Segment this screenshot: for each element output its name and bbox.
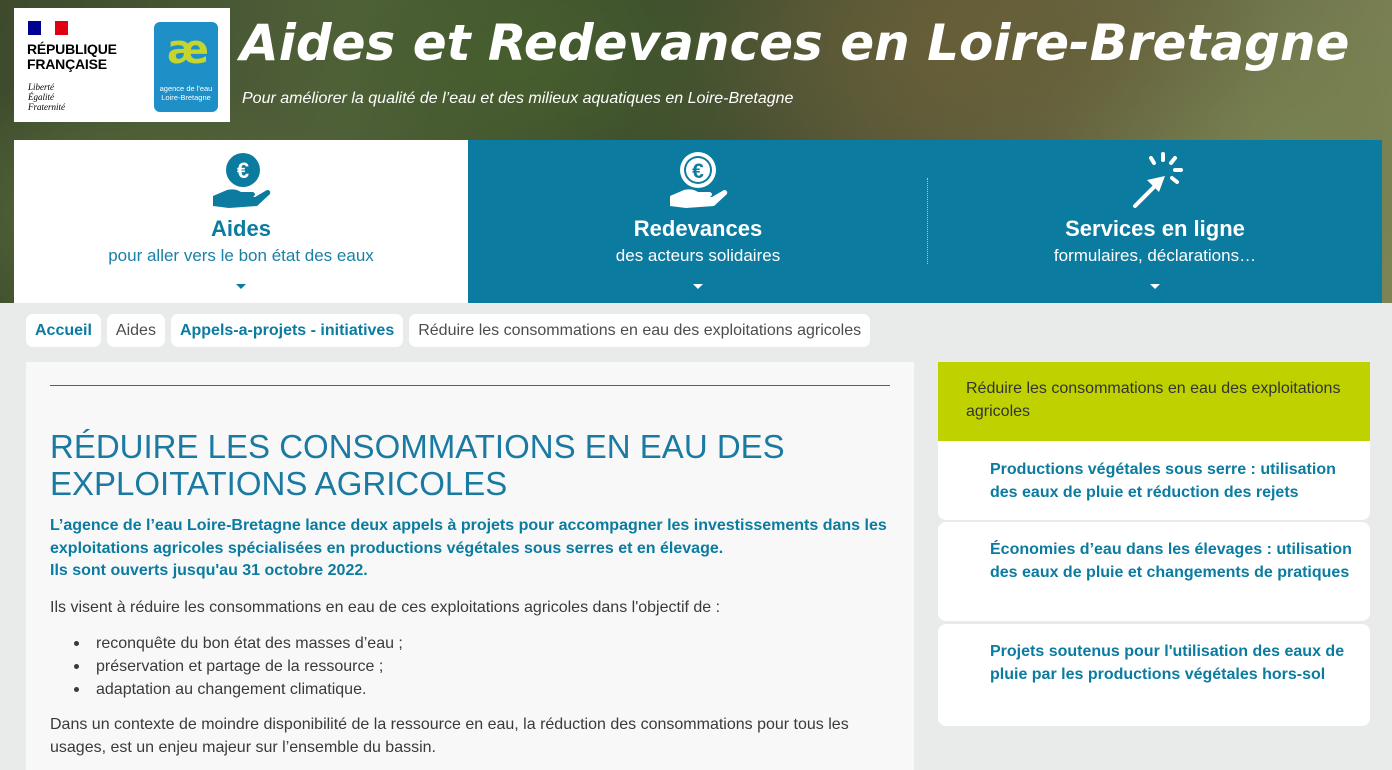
list-item: préservation et partage de la ressource …: [72, 655, 872, 678]
nav-sub-redevances: des acteurs solidaires: [615, 246, 781, 265]
euro-coin-hand-icon: €: [670, 152, 728, 208]
french-flag-icon: [28, 21, 68, 35]
ae-logo-mark: æ: [167, 27, 209, 73]
site-header: RÉPUBLIQUE FRANÇAISE Liberté Égalité Fra…: [0, 0, 1392, 303]
nav-sub-aides: pour aller vers le bon état des eaux: [108, 246, 374, 265]
breadcrumb-item-current: Réduire les consommations en eau des exp…: [409, 314, 871, 347]
svg-text:€: €: [237, 158, 249, 183]
cursor-click-icon: [1133, 152, 1183, 208]
nav-item-services[interactable]: Services en ligne formulaires, déclarati…: [928, 140, 1382, 303]
divider: [50, 385, 890, 386]
sidebar-item-serre[interactable]: Productions végétales sous serre : utili…: [938, 441, 1370, 520]
svg-text:€: €: [692, 160, 704, 183]
republique-motto: Liberté Égalité Fraternité: [28, 82, 65, 112]
objectives-list: reconquête du bon état des masses d’eau …: [72, 632, 872, 701]
site-title[interactable]: Aides et Redevances en Loire-Bretagne: [240, 10, 1370, 76]
ae-logo-caption: agence de l'eau Loire-Bretagne: [159, 84, 213, 102]
sidebar-item-projets-soutenus[interactable]: Projets soutenus pour l'utilisation des …: [938, 624, 1370, 726]
nav-label-redevances: Redevances: [633, 216, 763, 241]
main-content: RÉDUIRE LES CONSOMMATIONS EN EAU DES EXP…: [26, 362, 914, 770]
page-title: RÉDUIRE LES CONSOMMATIONS EN EAU DES EXP…: [50, 428, 785, 502]
nav-label-services: Services en ligne: [1065, 216, 1245, 241]
breadcrumb-item-appels[interactable]: Appels-a-projets - initiatives: [170, 314, 404, 347]
breadcrumb: Accueil Aides Appels-a-projets - initiat…: [26, 314, 871, 348]
chevron-down-icon: [693, 284, 703, 289]
republique-francaise-label: RÉPUBLIQUE FRANÇAISE: [27, 41, 117, 72]
chevron-down-icon: [236, 284, 246, 289]
nav-item-aides[interactable]: € Aides pour aller vers le bon état des …: [14, 140, 468, 303]
intro-paragraph: Ils visent à réduire les consommations e…: [50, 599, 721, 616]
lead-paragraph: L’agence de l’eau Loire-Bretagne lance d…: [50, 515, 900, 583]
list-item: reconquête du bon état des masses d’eau …: [72, 632, 872, 655]
nav-label-aides: Aides: [211, 216, 271, 241]
nav-sub-services: formulaires, déclarations…: [1053, 246, 1257, 265]
site-subtitle: Pour améliorer la qualité de l’eau et de…: [242, 90, 794, 107]
sidebar-heading[interactable]: Réduire les consommations en eau des exp…: [938, 362, 1370, 441]
chevron-down-icon: [1150, 284, 1160, 289]
sidebar-item-elevages[interactable]: Économies d’eau dans les élevages : util…: [938, 522, 1370, 621]
logo-block[interactable]: RÉPUBLIQUE FRANÇAISE Liberté Égalité Fra…: [14, 8, 230, 122]
lead-date: Ils sont ouverts jusqu'au 31 octobre 202…: [50, 562, 368, 579]
main-nav: € Aides pour aller vers le bon état des …: [14, 140, 1382, 303]
context-paragraph: Dans un contexte de moindre disponibilit…: [50, 716, 849, 756]
list-item: adaptation au changement climatique.: [72, 678, 872, 701]
breadcrumb-item-accueil[interactable]: Accueil: [26, 314, 101, 347]
euro-hand-icon: €: [213, 153, 271, 208]
agence-eau-logo[interactable]: æ agence de l'eau Loire-Bretagne: [154, 22, 218, 112]
breadcrumb-item-aides[interactable]: Aides: [106, 314, 165, 347]
nav-item-redevances[interactable]: € Redevances des acteurs solidaires: [468, 140, 928, 303]
lead-text: L’agence de l’eau Loire-Bretagne lance d…: [50, 517, 887, 557]
